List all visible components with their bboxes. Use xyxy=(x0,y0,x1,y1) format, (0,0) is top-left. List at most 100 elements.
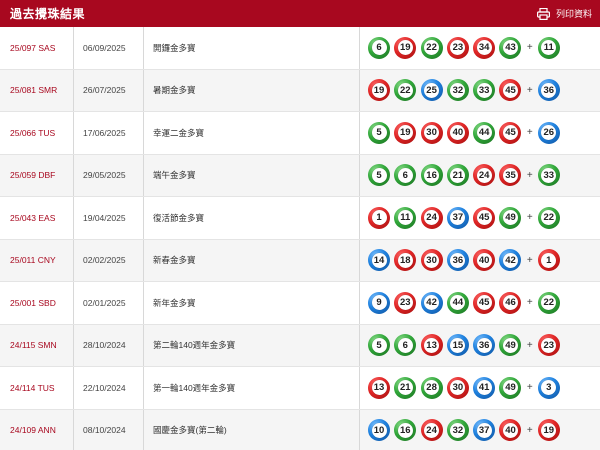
drawn-ball: 6 xyxy=(394,334,417,357)
plus-separator: + xyxy=(526,382,533,394)
ball-number: 26 xyxy=(541,125,557,141)
drawn-ball: 43 xyxy=(499,36,522,59)
ball-number: 5 xyxy=(371,125,387,141)
draw-date: 19/04/2025 xyxy=(74,197,144,239)
draw-number[interactable]: 24/114 TUS xyxy=(0,367,74,409)
ball-number: 6 xyxy=(371,40,387,56)
ball-number: 21 xyxy=(450,167,466,183)
drawn-balls: 5 6 13 15 36 49 +23 xyxy=(360,325,600,367)
ball-number: 32 xyxy=(450,422,466,438)
ball-number: 23 xyxy=(450,40,466,56)
plus-separator: + xyxy=(526,84,533,96)
result-row: 25/059 DBF 29/05/2025 端午金多寶 5 6 16 21 24 35 +33 xyxy=(0,154,600,197)
drawn-ball: 45 xyxy=(473,291,496,314)
drawn-balls: 5 6 16 21 24 35 +33 xyxy=(360,155,600,197)
ball-number: 37 xyxy=(476,422,492,438)
draw-name: 新年金多寶 xyxy=(144,282,360,324)
ball-number: 16 xyxy=(424,167,440,183)
extra-ball: 19 xyxy=(537,419,560,442)
drawn-ball: 5 xyxy=(368,121,390,144)
draw-name: 第一輪140週年金多寶 xyxy=(144,367,360,409)
draw-number[interactable]: 25/011 CNY xyxy=(0,239,74,281)
ball-number: 24 xyxy=(476,167,492,183)
extra-ball: 22 xyxy=(537,291,560,314)
draw-number[interactable]: 24/109 ANN xyxy=(0,409,74,450)
plus-separator: + xyxy=(526,127,533,139)
ball-number: 19 xyxy=(541,422,557,438)
draw-date: 02/02/2025 xyxy=(74,239,144,281)
ball-number: 40 xyxy=(450,125,466,141)
print-button[interactable]: 列印資料 xyxy=(536,7,592,20)
draw-number[interactable]: 25/081 SMR xyxy=(0,69,74,111)
draw-number[interactable]: 25/043 EAS xyxy=(0,197,74,239)
extra-ball: 33 xyxy=(537,164,560,187)
ball-number: 42 xyxy=(502,252,518,268)
print-label: 列印資料 xyxy=(555,9,592,19)
ball-number: 6 xyxy=(397,337,413,353)
ball-number: 35 xyxy=(502,167,518,183)
drawn-ball: 10 xyxy=(368,419,390,442)
drawn-ball: 13 xyxy=(368,376,390,399)
page-title: 過去攪珠結果 xyxy=(10,7,86,21)
drawn-ball: 21 xyxy=(446,164,469,187)
ball-number: 13 xyxy=(424,337,440,353)
result-row: 25/097 SAS 06/09/2025 開鑼金多寶 6 19 22 23 34 43 +11 xyxy=(0,27,600,70)
drawn-ball: 24 xyxy=(420,419,443,442)
plus-separator: + xyxy=(526,254,533,266)
result-row: 25/043 EAS 19/04/2025 復活節金多寶 1 11 24 37 45 49 +22 xyxy=(0,197,600,240)
extra-ball: 36 xyxy=(537,79,560,102)
result-row: 25/066 TUS 17/06/2025 幸運二金多寶 5 19 30 40 44 45 +26 xyxy=(0,112,600,155)
drawn-ball: 19 xyxy=(394,36,417,59)
ball-number: 33 xyxy=(476,82,492,98)
draw-name: 國慶金多寶(第二輪) xyxy=(144,409,360,450)
drawn-ball: 49 xyxy=(499,334,522,357)
ball-number: 19 xyxy=(397,125,413,141)
plus-separator: + xyxy=(526,212,533,224)
drawn-ball: 1 xyxy=(368,206,390,229)
drawn-ball: 16 xyxy=(394,419,417,442)
ball-number: 24 xyxy=(424,422,440,438)
result-row: 25/081 SMR 26/07/2025 暑期金多寶 19 22 25 32 33 45 +36 xyxy=(0,69,600,112)
draw-number[interactable]: 25/066 TUS xyxy=(0,112,74,154)
drawn-ball: 44 xyxy=(446,291,469,314)
plus-separator: + xyxy=(526,297,533,309)
draw-name: 新春金多寶 xyxy=(144,239,360,281)
plus-separator: + xyxy=(526,339,533,351)
drawn-balls: 13 21 28 30 41 49 +3 xyxy=(360,367,600,409)
draw-date: 02/01/2025 xyxy=(74,282,144,324)
drawn-ball: 14 xyxy=(368,249,390,272)
drawn-ball: 37 xyxy=(473,419,496,442)
ball-number: 5 xyxy=(371,167,387,183)
ball-number: 37 xyxy=(450,210,466,226)
ball-number: 43 xyxy=(502,40,518,56)
ball-number: 22 xyxy=(541,210,557,226)
draw-name: 暑期金多寶 xyxy=(144,69,360,111)
drawn-ball: 5 xyxy=(368,164,390,187)
drawn-ball: 40 xyxy=(499,419,522,442)
drawn-ball: 30 xyxy=(420,249,443,272)
ball-number: 18 xyxy=(397,252,413,268)
ball-number: 45 xyxy=(502,82,518,98)
draw-date: 06/09/2025 xyxy=(74,27,144,69)
results-header: 過去攪珠結果 列印資料 xyxy=(0,0,600,27)
result-row: 25/001 SBD 02/01/2025 新年金多寶 9 23 42 44 45 46 +22 xyxy=(0,282,600,325)
draw-number[interactable]: 24/115 SMN xyxy=(0,324,74,366)
ball-number: 49 xyxy=(502,337,518,353)
extra-ball: 3 xyxy=(537,376,560,399)
ball-number: 40 xyxy=(502,422,518,438)
ball-number: 14 xyxy=(371,252,387,268)
results-page: 過去攪珠結果 列印資料 25/097 SAS 06/09/2025 開鑼金多寶 6 19… xyxy=(0,0,600,450)
result-row: 25/011 CNY 02/02/2025 新春金多寶 14 18 30 36 40 42 +1 xyxy=(0,239,600,282)
draw-number[interactable]: 25/001 SBD xyxy=(0,282,74,324)
drawn-ball: 49 xyxy=(499,376,522,399)
result-row: 24/109 ANN 08/10/2024 國慶金多寶(第二輪) 10 16 24 32 37… xyxy=(0,409,600,450)
ball-number: 44 xyxy=(476,125,492,141)
drawn-ball: 19 xyxy=(368,79,390,102)
drawn-ball: 23 xyxy=(394,291,417,314)
draw-date: 17/06/2025 xyxy=(74,112,144,154)
drawn-ball: 19 xyxy=(394,121,417,144)
draw-number[interactable]: 25/097 SAS xyxy=(0,27,74,69)
ball-number: 6 xyxy=(397,167,413,183)
drawn-ball: 5 xyxy=(368,334,390,357)
draw-number[interactable]: 25/059 DBF xyxy=(0,154,74,196)
